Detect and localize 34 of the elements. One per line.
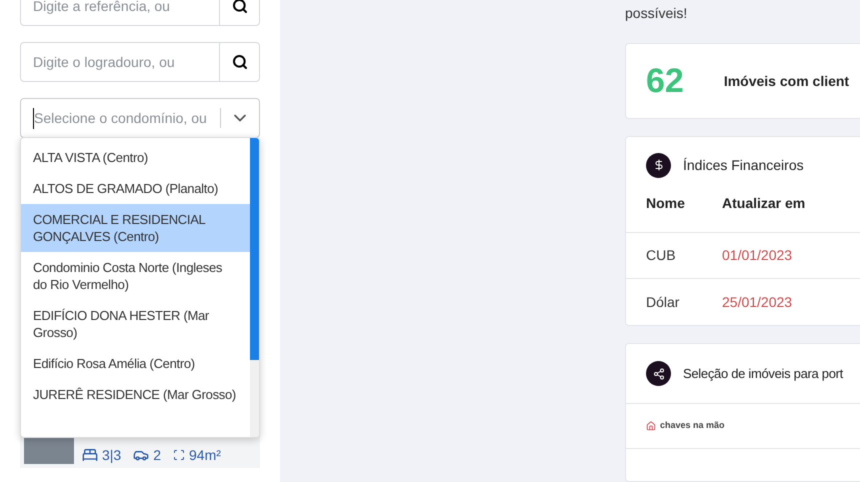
search-icon (232, 0, 248, 14)
search-input[interactable]: Digite a referência, ou (21, 0, 219, 25)
search-icon (232, 54, 248, 70)
dropdown-option[interactable]: Edifício Rosa Amélia (Centro) (21, 348, 250, 379)
dropdown-option[interactable]: COMERCIAL E RESIDENCIAL GONÇALVES (Centro) (21, 204, 250, 252)
bed-icon (82, 447, 98, 463)
update-date: 25/01/2023 (722, 292, 792, 312)
dropdown-option[interactable]: EDIFÍCIO DONA HESTER (Mar Grosso) (21, 300, 250, 348)
search-field[interactable]: Digite o logradouro, ou (20, 42, 260, 82)
scrollbar-thumb[interactable] (250, 138, 259, 360)
dollar-icon (646, 152, 671, 178)
stat-label: Imóveis com client (724, 72, 850, 91)
area-value: 94m² (189, 446, 221, 464)
column-header: Nome (646, 194, 686, 214)
search-field[interactable]: Digite a referência, ou (20, 0, 260, 26)
search-input[interactable]: Digite o logradouro, ou (21, 43, 219, 81)
stat-value: 62 (646, 60, 684, 102)
dropdown-option[interactable]: ALTA VISTA (Centro) (21, 142, 250, 173)
index-name: Dólar (646, 292, 680, 312)
dropdown-option[interactable]: JURERÊ RESIDENCE (Mar Grosso) (21, 379, 250, 410)
portal-logo[interactable]: chaves na mão (660, 419, 725, 433)
bedrooms-count: 3|3 (102, 446, 122, 465)
card-title: Seleção de imóveis para port (683, 364, 843, 383)
column-header: Atualizar em (722, 194, 806, 214)
house-icon (646, 421, 656, 432)
area-icon (173, 449, 186, 461)
share-icon (646, 361, 671, 386)
update-date: 01/01/2023 (722, 246, 792, 266)
dropdown-option[interactable]: ALTOS DE GRAMADO (Planalto) (21, 173, 250, 204)
intro-text: possíveis! (625, 4, 688, 23)
card-title: Índices Financeiros (683, 156, 804, 175)
index-name: CUB (646, 246, 677, 266)
dropdown-option[interactable]: Condominio Costa Norte (Ingleses do Rio Vermelho) (21, 252, 250, 300)
parking-count: 2 (153, 446, 162, 464)
